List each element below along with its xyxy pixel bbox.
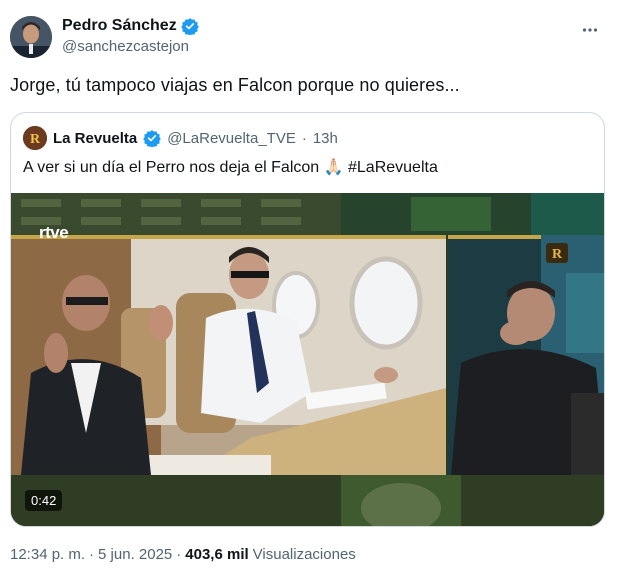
tweet-text: Jorge, tú tampoco viajas en Falcon porqu… [10, 75, 460, 95]
tweet-footer: 12:34 p. m. · 5 jun. 2025 · 403,6 mil Vi… [10, 546, 356, 563]
verified-badge-icon[interactable] [180, 17, 199, 36]
hashtag-link[interactable]: #LaRevuelta [348, 159, 438, 176]
post-date[interactable]: 5 jun. 2025 [98, 546, 172, 563]
post-time[interactable]: 12:34 p. m. [10, 546, 85, 563]
author-block: Pedro Sánchez @sanchezcastejon [62, 17, 199, 55]
more-options-icon[interactable] [578, 18, 602, 42]
footer-separator: · [89, 546, 95, 563]
quoted-author-name[interactable]: La Revuelta [53, 130, 137, 147]
video-frame: R [11, 193, 604, 526]
svg-text:R: R [30, 132, 41, 147]
quoted-tweet[interactable]: R La Revuelta @LaRevuelta_TVE · 13h A ve… [10, 112, 605, 527]
author-handle[interactable]: @sanchezcastejon [62, 38, 199, 55]
pray-emoji: 🙏🏻 [323, 159, 344, 176]
tweet-header: Pedro Sánchez @sanchezcastejon [10, 14, 610, 60]
quoted-tweet-header: R La Revuelta @LaRevuelta_TVE · 13h [23, 126, 338, 150]
quoted-timestamp[interactable]: 13h [313, 130, 338, 147]
quoted-tweet-text: A ver si un día el Perro nos deja el Fal… [23, 157, 438, 177]
views-label[interactable]: Visualizaciones [253, 546, 356, 563]
quoted-author-avatar[interactable]: R [23, 126, 47, 150]
views-count[interactable]: 403,6 mil [185, 546, 248, 563]
video-media[interactable]: R rtve 0:42 [11, 193, 604, 526]
svg-text:R: R [552, 247, 563, 262]
footer-separator: · [176, 546, 182, 563]
rtve-watermark: rtve [39, 223, 69, 242]
video-duration: 0:42 [25, 490, 63, 511]
quoted-text-main: A ver si un día el Perro nos deja el Fal… [23, 159, 320, 176]
quoted-verified-badge-icon [143, 129, 162, 148]
quoted-author-handle[interactable]: @LaRevuelta_TVE [167, 130, 296, 147]
author-name-row[interactable]: Pedro Sánchez [62, 17, 199, 36]
author-name[interactable]: Pedro Sánchez [62, 17, 177, 35]
author-avatar[interactable] [10, 16, 52, 58]
quoted-separator: · [301, 129, 307, 147]
